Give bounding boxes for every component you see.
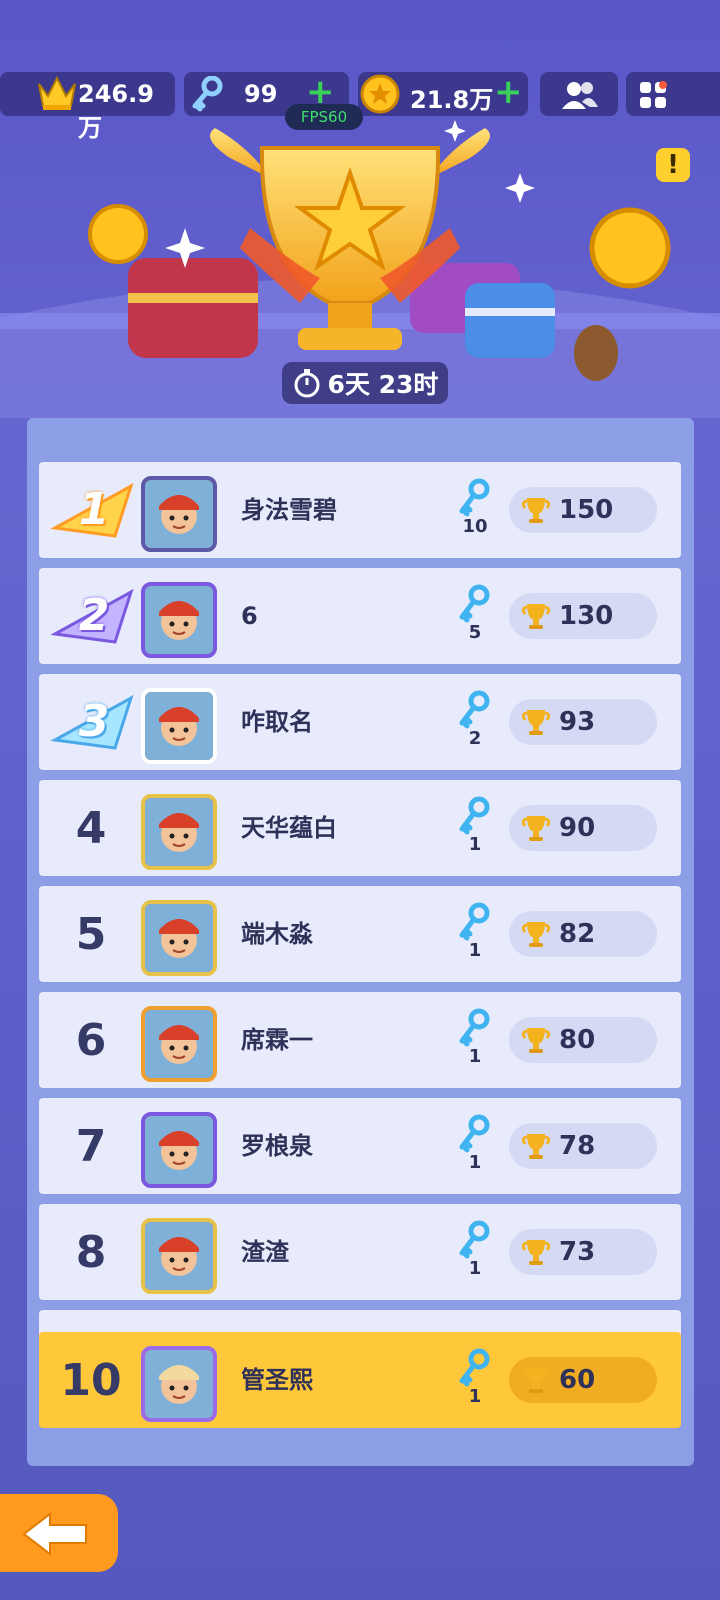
trophy-score: 73 [559, 1237, 596, 1267]
crown-counter: 246.9万 [0, 72, 175, 142]
coin-value: 21.8万 [410, 86, 494, 114]
player-avatar[interactable] [141, 794, 217, 870]
key-icon [457, 902, 493, 942]
coin-icon [360, 74, 400, 114]
leaderboard-row[interactable]: 2 6 5 130 [39, 568, 681, 664]
rank-number: 2 [78, 590, 110, 641]
friends-button[interactable] [540, 72, 618, 116]
grid-menu-icon [640, 81, 667, 108]
player-avatar[interactable] [141, 900, 217, 976]
trophy-icon [521, 1026, 551, 1054]
crown-icon [38, 75, 76, 110]
trophy-score: 78 [559, 1131, 596, 1161]
trophy-score: 60 [559, 1365, 596, 1395]
player-name: 罗桹泉 [241, 1132, 313, 1160]
player-avatar[interactable] [141, 1006, 217, 1082]
rank-number: 10 [60, 1354, 122, 1406]
key-count: 1 [468, 1046, 482, 1067]
timer-text: 6天 23时 [327, 370, 439, 399]
rank-number: 6 [75, 1014, 107, 1066]
rank-medal-bronze: 3 [49, 690, 139, 754]
trophy-icon [521, 1132, 551, 1160]
trophy-score: 80 [559, 1025, 596, 1055]
key-icon [457, 796, 493, 836]
back-button[interactable] [0, 1494, 118, 1572]
key-value: 99 [244, 80, 278, 108]
player-name: 身法雪碧 [241, 496, 337, 524]
player-name: 端木淼 [241, 920, 313, 948]
key-count: 1 [468, 940, 482, 961]
trophy-icon [521, 496, 551, 524]
trophy-icon [521, 814, 551, 842]
buy-coins-button[interactable]: + [494, 70, 523, 114]
player-avatar[interactable] [141, 1112, 217, 1188]
key-icon [192, 76, 223, 112]
trophy-icon [521, 920, 551, 948]
rank-number: 4 [75, 802, 107, 854]
menu-button[interactable] [626, 72, 720, 116]
key-count: 5 [468, 622, 482, 643]
key-icon [457, 690, 493, 730]
player-name: 天华蕴白 [241, 814, 337, 842]
rank-number: 1 [78, 484, 110, 535]
player-name: 席霖一 [241, 1026, 313, 1054]
trophy-score: 82 [559, 919, 596, 949]
player-avatar[interactable] [141, 688, 217, 764]
trophy-icon [521, 602, 551, 630]
leaderboard-row[interactable]: 3 咋取名 2 93 [39, 674, 681, 770]
rank-number: 5 [75, 908, 107, 960]
player-name: 6 [241, 602, 258, 630]
stopwatch-icon [294, 369, 320, 398]
key-icon [457, 1220, 493, 1260]
rank-number: 8 [75, 1226, 107, 1278]
trophy-score: 93 [559, 707, 596, 737]
player-avatar[interactable] [141, 476, 217, 552]
leaderboard-row[interactable]: 8 渣渣 1 73 [39, 1204, 681, 1300]
trophy-icon [521, 1238, 551, 1266]
leaderboard-row[interactable]: 4 天华蕴白 1 90 [39, 780, 681, 876]
trophy-score: 130 [559, 601, 614, 631]
key-count: 1 [468, 1152, 482, 1173]
back-arrow-icon [22, 1512, 87, 1556]
key-count: 1 [468, 1386, 482, 1407]
leaderboard-row[interactable]: 5 端木淼 1 82 [39, 886, 681, 982]
info-alert-button[interactable]: ! [656, 148, 690, 182]
key-icon [457, 478, 493, 518]
rank-number: 7 [75, 1120, 107, 1172]
key-count: 1 [468, 834, 482, 855]
rank-medal-gold: 1 [49, 478, 139, 542]
my-rank-row[interactable]: 10 管圣熙 1 60 [39, 1332, 681, 1428]
rank-number: 3 [78, 696, 110, 747]
key-icon [457, 584, 493, 624]
leaderboard-row[interactable]: 6 席霖一 1 80 [39, 992, 681, 1088]
trophy-icon [521, 1366, 551, 1394]
leaderboard-panel: 1 身法雪碧 10 150 2 6 5 130 3 咋取名 2 93 4 天华蕴白 1 90 5 端木淼 1 82 6 席… [27, 418, 694, 1466]
player-name: 渣渣 [241, 1238, 289, 1266]
trophy-icon [521, 708, 551, 736]
key-count: 1 [468, 1258, 482, 1279]
leaderboard-row[interactable]: 1 身法雪碧 10 150 [39, 462, 681, 558]
leaderboard-row[interactable]: 7 罗桹泉 1 78 [39, 1098, 681, 1194]
trophy-score: 90 [559, 813, 596, 843]
key-count: 2 [468, 728, 482, 749]
key-icon [457, 1008, 493, 1048]
event-timer: 6天 23时 [282, 362, 448, 404]
player-avatar[interactable] [141, 1346, 217, 1422]
rank-medal-silver: 2 [49, 584, 139, 648]
player-name: 管圣熙 [241, 1366, 313, 1394]
coin-counter: 21.8万 + [358, 72, 528, 116]
player-name: 咋取名 [241, 708, 313, 736]
key-icon [457, 1348, 493, 1388]
player-avatar[interactable] [141, 1218, 217, 1294]
key-count: 10 [462, 516, 488, 537]
key-icon [457, 1114, 493, 1154]
player-avatar[interactable] [141, 582, 217, 658]
friends-icon [562, 82, 598, 109]
trophy-score: 150 [559, 495, 614, 525]
